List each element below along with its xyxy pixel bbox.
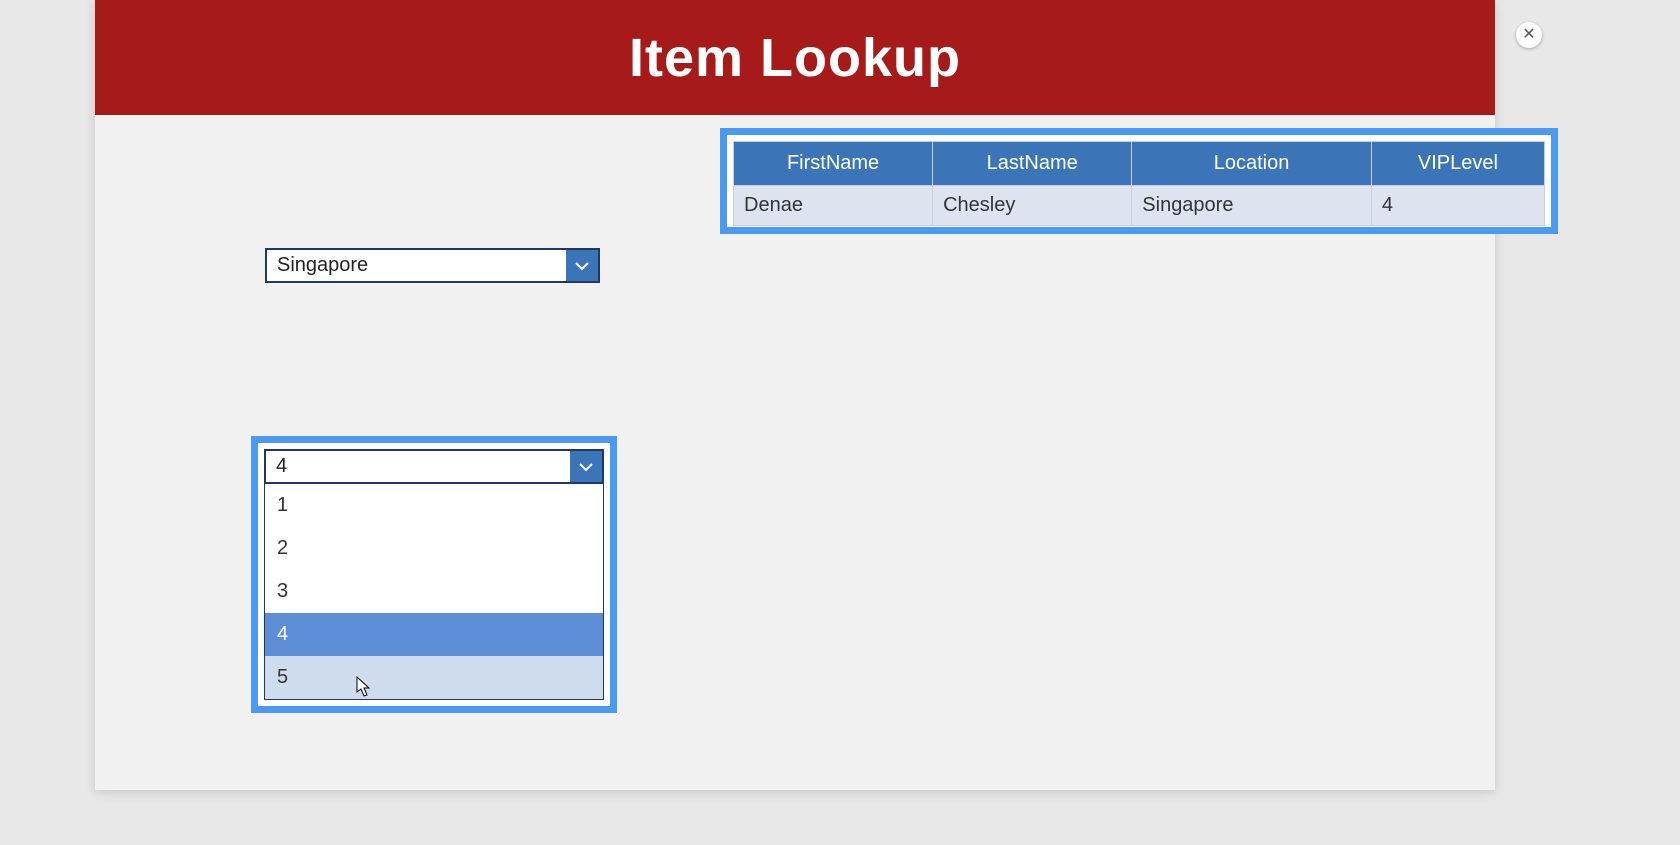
viplevel-option-1[interactable]: 1 <box>265 484 603 527</box>
viplevel-option-3[interactable]: 3 <box>265 570 603 613</box>
table-row[interactable]: Denae Chesley Singapore 4 <box>734 186 1545 226</box>
results-table: FirstName LastName Location VIPLevel Den… <box>733 141 1545 226</box>
app-card: Item Lookup FirstName LastName Location … <box>95 0 1495 790</box>
close-icon: ✕ <box>1522 27 1535 43</box>
close-button[interactable]: ✕ <box>1516 22 1542 48</box>
location-dropdown[interactable]: Singapore <box>265 248 600 283</box>
cell-lastname: Chesley <box>933 186 1132 226</box>
col-lastname: LastName <box>933 142 1132 186</box>
cell-viplevel: 4 <box>1371 186 1544 226</box>
viplevel-option-5[interactable]: 5 <box>265 656 603 699</box>
location-dropdown-container: Singapore <box>265 248 600 283</box>
viplevel-dropdown-list[interactable]: 1 2 3 4 5 <box>264 484 604 700</box>
cell-firstname: Denae <box>734 186 933 226</box>
app-header: Item Lookup <box>95 0 1495 115</box>
cell-location: Singapore <box>1132 186 1372 226</box>
viplevel-dropdown-highlight: 4 1 2 3 4 5 <box>251 436 617 713</box>
viplevel-dropdown-value: 4 <box>266 451 570 482</box>
viplevel-dropdown[interactable]: 4 <box>264 449 604 484</box>
viplevel-option-2[interactable]: 2 <box>265 527 603 570</box>
page-title: Item Lookup <box>629 27 961 89</box>
viplevel-option-4[interactable]: 4 <box>265 613 603 656</box>
col-viplevel: VIPLevel <box>1371 142 1544 186</box>
chevron-down-icon[interactable] <box>566 250 598 281</box>
location-dropdown-value: Singapore <box>267 250 566 281</box>
results-table-highlight: FirstName LastName Location VIPLevel Den… <box>720 128 1558 234</box>
chevron-down-icon[interactable] <box>570 451 602 482</box>
col-firstname: FirstName <box>734 142 933 186</box>
col-location: Location <box>1132 142 1372 186</box>
table-header-row: FirstName LastName Location VIPLevel <box>734 142 1545 186</box>
